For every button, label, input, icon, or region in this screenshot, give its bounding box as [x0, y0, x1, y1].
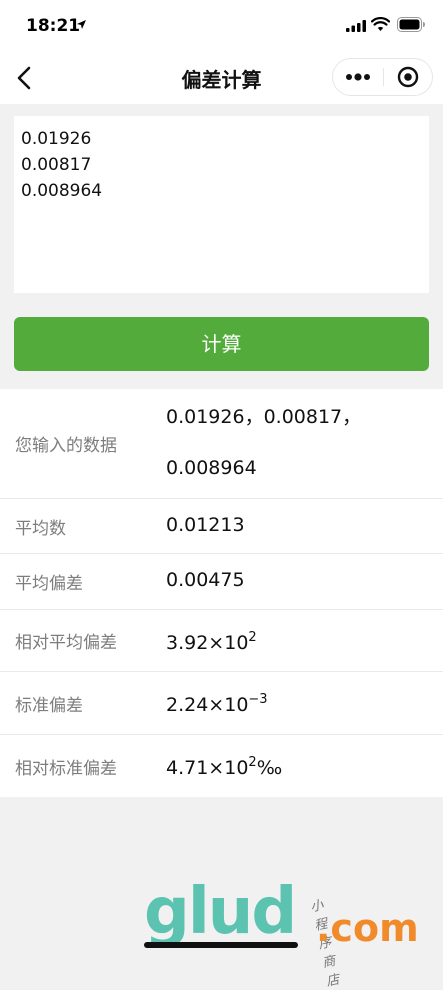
- input-data-line1: 0.01926，0.00817，: [166, 406, 362, 428]
- watermark-com: .com: [316, 906, 419, 950]
- status-bar: 18:21: [0, 0, 443, 52]
- results-list: 您输入的数据 0.01926，0.00817， 0.008964 平均数 0.0…: [0, 389, 443, 797]
- standard-deviation-value: 2.24×10−3: [166, 692, 268, 716]
- result-row-relative-standard-deviation: 相对标准偏差 4.71×102‰: [0, 735, 443, 797]
- nav-bar: 偏差计算: [0, 52, 443, 104]
- more-dots-icon: [346, 73, 370, 81]
- result-row-input-data: 您输入的数据 0.01926，0.00817， 0.008964: [0, 389, 443, 499]
- relative-standard-deviation-label: 相对标准偏差: [15, 758, 117, 779]
- result-row-mean-deviation: 平均偏差 0.00475: [0, 554, 443, 610]
- mean-label: 平均数: [15, 518, 66, 539]
- mean-value: 0.01213: [166, 514, 245, 536]
- close-miniprogram-button[interactable]: [384, 59, 432, 95]
- result-row-standard-deviation: 标准偏差 2.24×10−3: [0, 672, 443, 735]
- more-button[interactable]: [333, 59, 383, 95]
- battery-icon: [397, 17, 425, 32]
- standard-deviation-label: 标准偏差: [15, 695, 83, 716]
- calculate-button[interactable]: 计算: [14, 317, 429, 371]
- mean-deviation-label: 平均偏差: [15, 574, 83, 594]
- data-input-textarea[interactable]: 0.01926 0.00817 0.008964: [14, 116, 429, 293]
- relative-mean-deviation-label: 相对平均偏差: [15, 633, 117, 653]
- home-indicator[interactable]: [144, 942, 298, 948]
- status-time: 18:21: [26, 16, 81, 36]
- wifi-icon: [371, 17, 390, 31]
- result-row-mean: 平均数 0.01213: [0, 499, 443, 554]
- input-data-line2: 0.008964: [166, 457, 257, 479]
- relative-standard-deviation-value: 4.71×102‰: [166, 755, 283, 779]
- mean-deviation-value: 0.00475: [166, 569, 245, 591]
- cellular-signal-icon: [346, 20, 366, 32]
- relative-mean-deviation-value: 3.92×102: [166, 630, 257, 654]
- miniprogram-capsule: [332, 58, 433, 96]
- input-data-label: 您输入的数据: [15, 436, 117, 456]
- target-circle-icon: [397, 66, 419, 88]
- location-arrow-icon: [77, 20, 86, 29]
- result-row-relative-mean-deviation: 相对平均偏差 3.92×102: [0, 610, 443, 672]
- watermark-glud: glud: [144, 875, 297, 949]
